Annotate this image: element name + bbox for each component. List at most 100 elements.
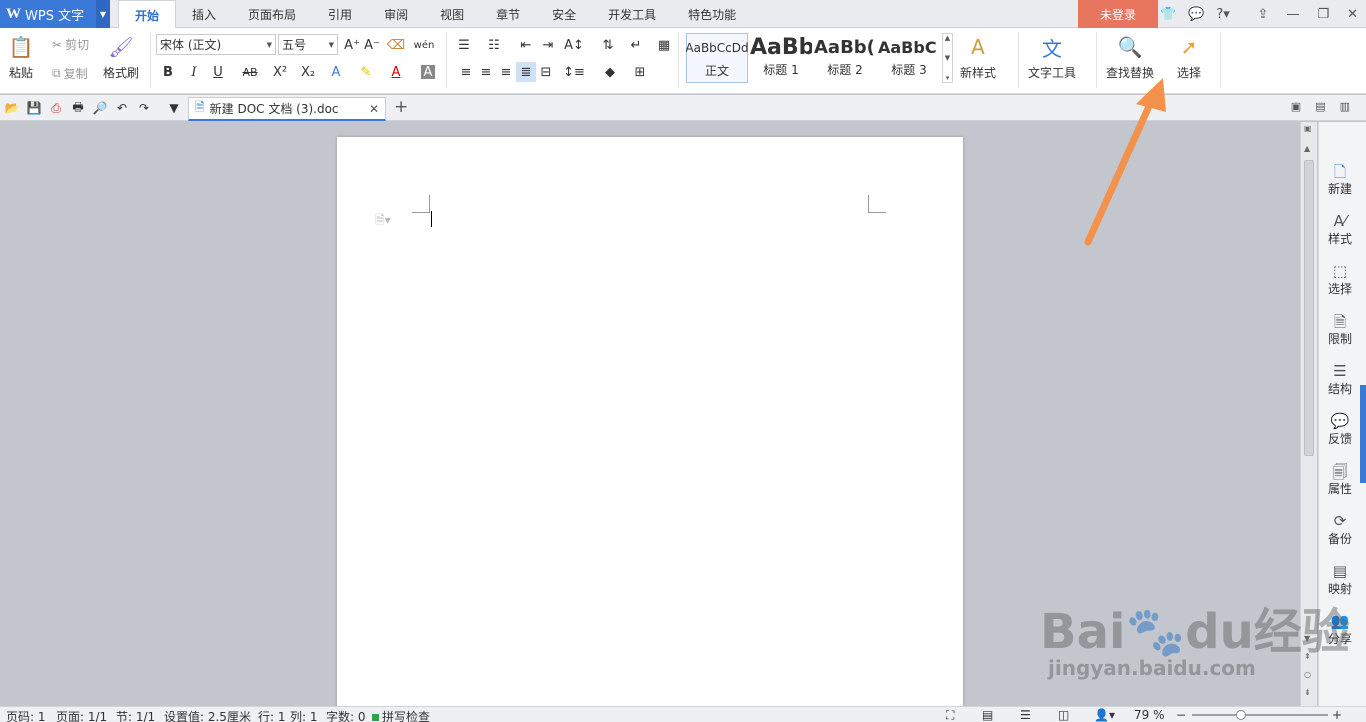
print-icon[interactable]: 🖶 (70, 100, 86, 116)
tab-home[interactable]: 开始 (118, 0, 177, 29)
close-tab-icon[interactable]: ✕ (369, 102, 379, 116)
shrink-font-icon[interactable]: A⁻ (362, 35, 382, 55)
align-right-icon[interactable]: ≡ (496, 62, 516, 82)
tab-chapter[interactable]: 章节 (480, 0, 536, 28)
export-pdf-icon[interactable]: ⎙ (48, 100, 64, 116)
strikethrough-icon[interactable]: AB (240, 62, 260, 82)
open-folder-icon[interactable]: 📂 (4, 100, 20, 116)
save-icon[interactable]: 💾 (26, 100, 42, 116)
align-center-icon[interactable]: ≡ (476, 62, 496, 82)
style-heading-1[interactable]: AaBb 标题 1 (750, 33, 812, 83)
new-style-button[interactable]: A 新样式 (960, 34, 996, 81)
paste-button[interactable]: 📋 粘贴 (8, 34, 34, 81)
font-size-select[interactable]: 五号 ▼ (278, 34, 338, 55)
paragraph-handle-icon[interactable]: 🗎▾ (375, 211, 391, 232)
zoom-level[interactable]: 79 % (1134, 708, 1165, 722)
side-select[interactable]: ⬚ 选择 (1319, 262, 1361, 297)
table-icon[interactable]: ▦ (654, 35, 674, 55)
highlight-icon[interactable]: ✎ (356, 62, 376, 82)
doc-view-icon[interactable]: ▣ (1291, 100, 1301, 113)
side-properties[interactable]: 🗐 属性 (1319, 462, 1361, 497)
spell-check-button[interactable]: 拼写检查 (372, 708, 430, 722)
help-icon[interactable]: ?▾ (1216, 7, 1229, 22)
login-button[interactable]: 未登录 (1078, 0, 1158, 28)
redo-icon[interactable]: ↷ (136, 100, 152, 116)
skin-icon[interactable]: 👕 (1160, 7, 1176, 22)
tab-review[interactable]: 审阅 (368, 0, 424, 28)
text-tools-button[interactable]: 文 文字工具 (1028, 34, 1076, 81)
show-marks-icon[interactable]: ↵ (626, 35, 646, 55)
find-replace-button[interactable]: 🔍 查找替换 (1106, 34, 1154, 81)
distribute-icon[interactable]: ⊟ (536, 62, 556, 82)
underline-icon[interactable]: U (208, 62, 228, 82)
clear-format-icon[interactable]: ⌫ (386, 35, 406, 55)
numbered-list-icon[interactable]: ☷ (484, 35, 504, 55)
tab-developer[interactable]: 开发工具 (592, 0, 672, 28)
justify-icon[interactable]: ≣ (516, 62, 536, 82)
browse-object-icon[interactable]: ○ (1304, 670, 1311, 679)
style-heading-3[interactable]: AaBbC 标题 3 (878, 33, 940, 83)
format-painter-button[interactable]: 🖌 格式刷 (103, 34, 139, 81)
char-shading-icon[interactable]: A (421, 65, 435, 80)
superscript-icon[interactable]: X² (270, 62, 290, 82)
side-restrict[interactable]: 🗎 限制 (1319, 312, 1361, 347)
font-color-icon[interactable]: A (386, 62, 406, 82)
side-backup[interactable]: ⟳ 备份 (1319, 512, 1361, 547)
fullscreen-icon[interactable]: ⛶ (946, 708, 954, 722)
protect-view-icon[interactable]: 👤▾ (1094, 708, 1115, 722)
page-view-icon[interactable]: ▤ (982, 708, 993, 722)
increase-indent-icon[interactable]: ⇥ (538, 35, 558, 55)
zoom-in-icon[interactable]: + (1332, 708, 1342, 722)
grow-font-icon[interactable]: A⁺ (342, 35, 362, 55)
undo-icon[interactable]: ↶ (114, 100, 130, 116)
doc-window-icon[interactable]: ▥ (1340, 100, 1350, 113)
italic-icon[interactable]: I (184, 62, 204, 82)
tab-references[interactable]: 引用 (312, 0, 368, 28)
outline-view-icon[interactable]: ☰ (1020, 708, 1031, 722)
select-button[interactable]: ➚ 选择 (1176, 34, 1202, 81)
web-view-icon[interactable]: ◫ (1058, 708, 1069, 722)
app-menu-button[interactable]: W WPS 文字 ▼ (0, 0, 110, 28)
border-icon[interactable]: ⊞ (630, 62, 650, 82)
tab-view[interactable]: 视图 (424, 0, 480, 28)
tab-insert[interactable]: 插入 (176, 0, 232, 28)
print-preview-icon[interactable]: 🔎 (92, 100, 108, 116)
side-style[interactable]: A⁄ 样式 (1319, 212, 1361, 247)
document-page[interactable]: 🗎▾ (337, 137, 963, 712)
layout-icon[interactable]: ▣ (1304, 124, 1312, 133)
align-left-icon[interactable]: ≡ (456, 62, 476, 82)
document-tab[interactable]: 🗎 新建 DOC 文档 (3).doc ✕ (188, 97, 386, 121)
sort-icon[interactable]: ⇅ (598, 35, 618, 55)
zoom-out-icon[interactable]: − (1176, 708, 1186, 722)
copy-button[interactable]: ⧉ 复制 (52, 65, 88, 82)
change-case-icon[interactable]: A↕ (564, 35, 584, 55)
tab-security[interactable]: 安全 (536, 0, 592, 28)
bold-icon[interactable]: B (158, 62, 178, 82)
customize-chevron-icon[interactable]: ▼ (166, 100, 182, 116)
upload-icon[interactable]: ⇪ (1258, 7, 1269, 22)
font-name-select[interactable]: 宋体 (正文) ▼ (156, 34, 276, 55)
style-gallery-scroll[interactable]: ▲ ▼ ▾ (942, 33, 953, 83)
cut-button[interactable]: ✂ 剪切 (52, 36, 89, 53)
shading-icon[interactable]: ◆ (600, 62, 620, 82)
zoom-slider-handle[interactable] (1236, 710, 1246, 720)
doc-tile-icon[interactable]: ▤ (1315, 100, 1325, 113)
zoom-slider[interactable] (1192, 714, 1328, 716)
chevron-down-icon[interactable]: ▼ (96, 0, 110, 28)
chevron-down-icon[interactable]: ▼ (945, 54, 950, 62)
decrease-indent-icon[interactable]: ⇤ (516, 35, 536, 55)
next-page-icon[interactable]: ⇟ (1304, 688, 1311, 697)
style-heading-2[interactable]: AaBb( 标题 2 (814, 33, 876, 83)
style-normal[interactable]: AaBbCcDd 正文 (686, 33, 748, 83)
side-structure[interactable]: ☰ 结构 (1319, 362, 1361, 397)
new-tab-icon[interactable]: + (394, 97, 408, 117)
minimize-icon[interactable]: — (1286, 7, 1299, 22)
restore-icon[interactable]: ❐ (1317, 7, 1329, 22)
expand-icon[interactable]: ▾ (946, 74, 950, 82)
side-feedback[interactable]: 💬 反馈 (1319, 412, 1361, 447)
close-icon[interactable]: ✕ (1347, 7, 1358, 22)
scroll-up-icon[interactable]: ▲ (1304, 144, 1310, 153)
subscript-icon[interactable]: X₂ (298, 62, 318, 82)
task-pane-toggle[interactable] (1360, 385, 1366, 483)
side-new[interactable]: 🗋 新建 (1319, 162, 1361, 197)
